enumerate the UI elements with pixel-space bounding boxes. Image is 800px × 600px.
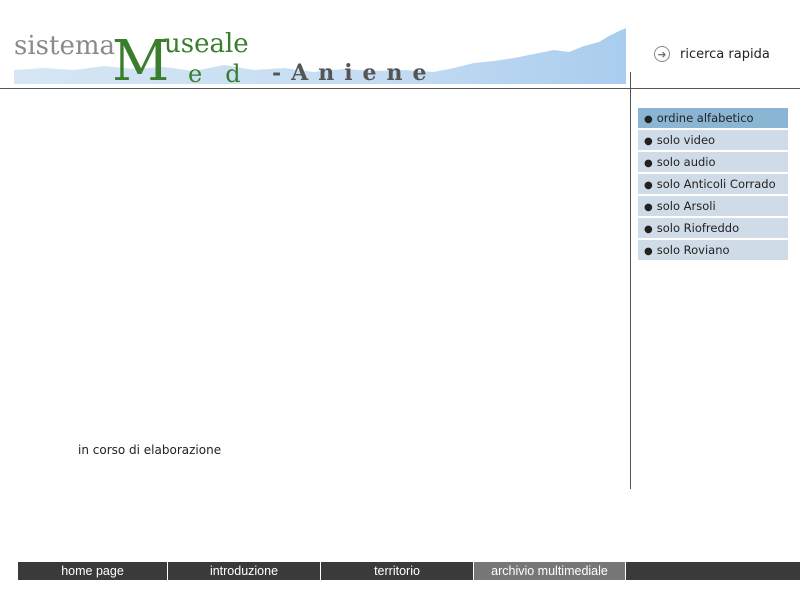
logo-word-aniene: -Aniene (272, 60, 437, 86)
menu-item-alphabetical[interactable]: ● ordine alfabetico (638, 108, 788, 128)
sidebar-divider (630, 72, 631, 489)
menu-item-roviano[interactable]: ● solo Roviano (638, 240, 788, 260)
bottom-nav-bar: home page introduzione territorio archiv… (18, 562, 800, 580)
site-logo[interactable]: sistema M useale ed -Aniene (14, 28, 626, 90)
quick-search-label: ricerca rapida (680, 46, 770, 62)
menu-item-audio[interactable]: ● solo audio (638, 152, 788, 172)
header-divider (0, 88, 800, 89)
logo-word-sistema: sistema (14, 31, 115, 61)
menu-item-arsoli[interactable]: ● solo Arsoli (638, 196, 788, 216)
quick-search-link[interactable]: ➜ ricerca rapida (654, 46, 770, 62)
logo-initial-m: M (112, 29, 170, 94)
nav-introduzione[interactable]: introduzione (168, 562, 321, 580)
nav-home-page[interactable]: home page (18, 562, 168, 580)
bullet-icon: ● (644, 246, 653, 257)
nav-archivio-multimediale[interactable]: archivio multimediale (474, 562, 626, 580)
filter-menu: ● ordine alfabetico ● solo video ● solo aud… (638, 108, 788, 262)
bullet-icon: ● (644, 224, 653, 235)
logo-word-ed: ed (188, 60, 264, 88)
status-message: in corso di elaborazione (78, 443, 222, 457)
bullet-icon: ● (644, 202, 653, 213)
nav-filler (626, 562, 800, 580)
menu-item-anticoli-corrado[interactable]: ● solo Anticoli Corrado (638, 174, 788, 194)
logo-word-useale: useale (164, 29, 249, 59)
bullet-icon: ● (644, 180, 653, 191)
bullet-icon: ● (644, 136, 653, 147)
menu-item-riofreddo[interactable]: ● solo Riofreddo (638, 218, 788, 238)
nav-territorio[interactable]: territorio (321, 562, 474, 580)
menu-item-video[interactable]: ● solo video (638, 130, 788, 150)
bullet-icon: ● (644, 158, 653, 169)
arrow-right-circle-icon: ➜ (654, 46, 670, 62)
bullet-icon: ● (644, 114, 653, 125)
